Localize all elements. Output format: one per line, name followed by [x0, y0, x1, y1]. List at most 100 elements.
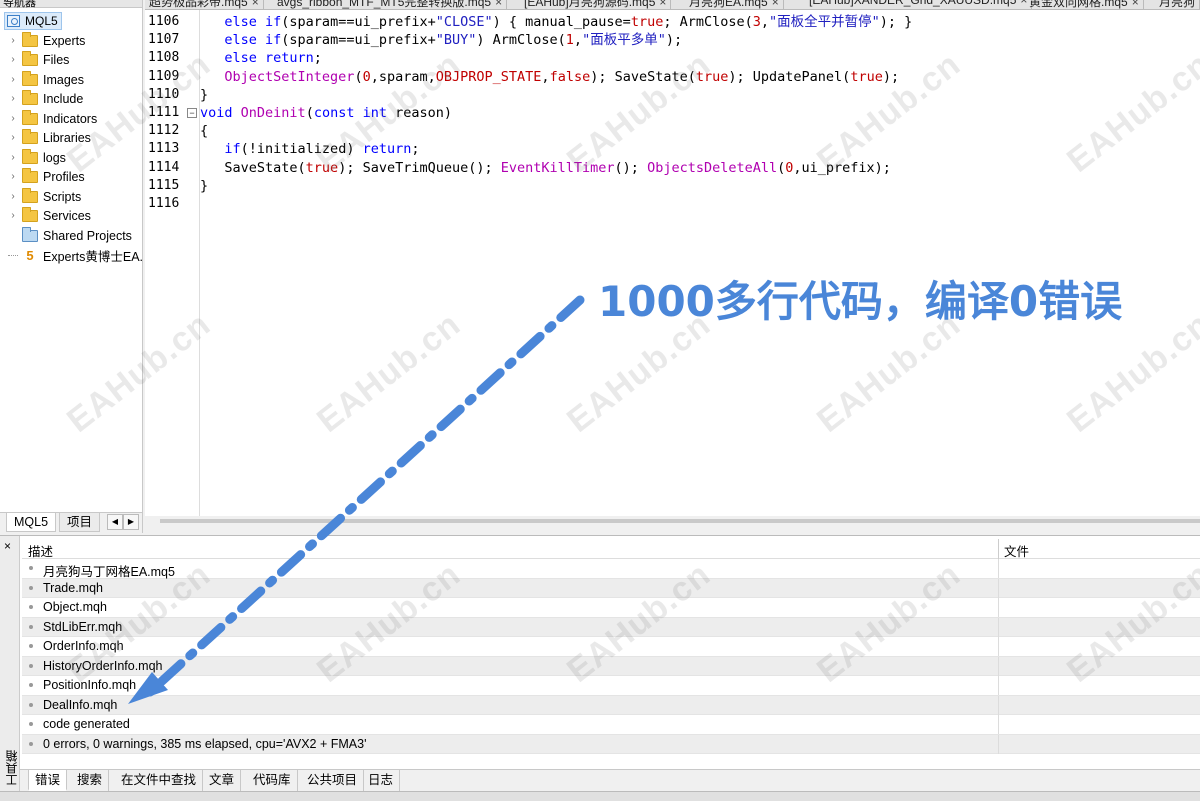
file-tab[interactable]: 超势极品彩带.mq5 ×: [145, 0, 264, 9]
close-tab-icon[interactable]: ×: [252, 0, 259, 9]
column-divider: [998, 656, 999, 676]
code-line[interactable]: else return;: [200, 49, 322, 67]
tree-item[interactable]: 5 Experts黄博士EA.r: [8, 246, 142, 265]
tree-item[interactable]: › Libraries: [8, 129, 91, 148]
tab-mql5[interactable]: MQL5: [6, 513, 57, 532]
code-line[interactable]: ObjectSetInteger(0,sparam,OBJPROP_STATE,…: [200, 68, 899, 86]
line-number: 1116: [148, 196, 180, 211]
code-line[interactable]: }: [200, 177, 208, 195]
table-row[interactable]: 月亮狗马丁网格EA.mq5: [22, 559, 1200, 579]
tree-item[interactable]: › Include: [8, 90, 83, 109]
tree-item[interactable]: › Profiles: [8, 168, 85, 187]
column-header-file[interactable]: 文件: [1004, 541, 1029, 560]
chevron-right-icon[interactable]: ›: [8, 74, 18, 85]
file-tab[interactable]: 黄金双向网格.mq5 ×: [1025, 0, 1144, 9]
tree-item[interactable]: › logs: [8, 148, 66, 167]
close-icon[interactable]: ×: [4, 539, 11, 553]
bullet-icon: [29, 644, 33, 648]
chevron-right-icon[interactable]: ›: [8, 94, 18, 104]
tree-item[interactable]: › Scripts: [8, 187, 81, 206]
table-row[interactable]: OrderInfo.mqh: [22, 637, 1200, 657]
tree-item[interactable]: › Indicators: [8, 109, 97, 128]
table-row[interactable]: code generated: [22, 715, 1200, 735]
annotation-text: 1000多行代码，编译0错误: [598, 277, 1123, 326]
file-tab[interactable]: 月亮狗EA.mq5 ×: [685, 0, 784, 9]
table-row[interactable]: Trade.mqh: [22, 578, 1200, 598]
close-tab-icon[interactable]: ×: [1132, 0, 1139, 9]
code-token: ); SaveTrimQueue();: [338, 159, 501, 176]
column-divider: [998, 715, 999, 734]
code-token: else return: [224, 50, 314, 67]
bullet-icon: [29, 663, 33, 668]
close-tab-icon[interactable]: ×: [495, 0, 502, 9]
file-tab[interactable]: 月亮狗: [1155, 0, 1200, 9]
file-tab[interactable]: avgs_ribbon_MTF_MT5完整转换版.mq5 ×: [273, 0, 508, 9]
code-line[interactable]: void OnDeinit(const int reason): [200, 104, 452, 122]
chevron-right-icon[interactable]: ›: [8, 152, 18, 163]
code-line[interactable]: else if(sparam==ui_prefix+"BUY") ArmClos…: [200, 31, 682, 49]
column-divider: [998, 578, 999, 598]
close-tab-icon[interactable]: ×: [659, 0, 666, 9]
table-row[interactable]: Object.mqh: [22, 598, 1200, 618]
chevron-right-icon[interactable]: ›: [8, 35, 18, 46]
file-tab[interactable]: [EAHub]月亮狗源码.mq5 ×: [520, 0, 672, 9]
panel-splitter[interactable]: [160, 519, 1200, 523]
code-line[interactable]: else if(sparam==ui_prefix+"CLOSE") { man…: [200, 13, 912, 31]
scroll-left-icon[interactable]: ◀: [107, 514, 123, 530]
tree-root-mql5[interactable]: MQL5: [4, 12, 62, 30]
table-row[interactable]: 0 errors, 0 warnings, 385 ms elapsed, cp…: [22, 734, 1200, 754]
close-tab-icon[interactable]: ×: [772, 0, 779, 9]
scroll-right-icon[interactable]: ▶: [123, 514, 139, 530]
status-strip: [0, 791, 1200, 801]
chevron-right-icon[interactable]: ›: [8, 113, 18, 124]
table-row[interactable]: HistoryOrderInfo.mqh: [22, 656, 1200, 676]
navigator-title-bar: 导航器 ×: [0, 0, 142, 9]
code-line[interactable]: }: [200, 86, 208, 104]
toolbox-tab[interactable]: 代码库: [247, 770, 298, 791]
toolbox-tab[interactable]: 日志: [362, 770, 401, 791]
line-number: 1107: [148, 32, 180, 48]
toolbox-tab[interactable]: 搜索: [71, 770, 110, 791]
line-number: 1114: [148, 159, 180, 175]
chevron-right-icon[interactable]: ›: [8, 191, 18, 202]
code-line[interactable]: SaveState(true); SaveTrimQueue(); EventK…: [200, 159, 891, 177]
tab-project[interactable]: 项目: [59, 513, 101, 532]
code-token: ;: [411, 141, 420, 158]
chevron-right-icon[interactable]: ›: [8, 55, 18, 65]
toolbox-tab[interactable]: 文章: [203, 770, 242, 791]
tree-item[interactable]: › Experts: [8, 31, 85, 50]
code-editor[interactable]: 1106 1107 1108 1109 1110 1111−1112 1113 1114 111…: [145, 10, 1200, 516]
chevron-right-icon[interactable]: ›: [8, 133, 18, 143]
tree-item-label: Experts: [43, 33, 86, 48]
toolbox-label: 工具箱: [5, 750, 19, 786]
tree-item[interactable]: › Images: [8, 70, 84, 89]
close-icon[interactable]: ×: [3, 0, 137, 6]
code-token: ) ArmClose(: [476, 32, 566, 49]
table-row[interactable]: PositionInfo.mqh: [22, 676, 1200, 696]
code-line[interactable]: {: [200, 122, 208, 140]
toolbox-tab[interactable]: 在文件中查找: [115, 770, 204, 791]
code-token: void: [200, 105, 233, 121]
file-tab[interactable]: [EAHub]XANDER_Grid_XAUUSD.mq5 ×: [805, 0, 1033, 9]
row-description: HistoryOrderInfo.mqh: [43, 658, 163, 673]
row-description: 月亮狗马丁网格EA.mq5: [43, 565, 175, 579]
toolbox-tab[interactable]: 公共项目: [301, 770, 365, 791]
column-header-description[interactable]: 描述: [28, 541, 53, 560]
tree-item-label: Shared Projects: [43, 228, 132, 243]
chevron-right-icon[interactable]: ›: [8, 211, 18, 221]
table-row[interactable]: StdLibErr.mqh: [22, 617, 1200, 637]
tree-item[interactable]: Shared Projects: [8, 226, 132, 245]
table-row[interactable]: DealInfo.mqh: [22, 695, 1200, 715]
navigator-tab-scroll: ◀ ▶: [107, 514, 139, 530]
chevron-right-icon[interactable]: ›: [8, 172, 18, 182]
tree-item[interactable]: › Services: [8, 207, 91, 226]
tree-item[interactable]: › Files: [8, 51, 69, 70]
navigator-panel: 导航器 × MQL5 › Experts › Files › Images › Include…: [0, 0, 143, 533]
bullet-icon: [29, 585, 33, 590]
folder-icon: [22, 129, 38, 144]
code-line[interactable]: if(!initialized) return;: [200, 140, 420, 158]
fold-toggle-icon[interactable]: −: [187, 108, 197, 118]
column-divider: [998, 695, 999, 715]
toolbox-tab[interactable]: 错误: [28, 770, 68, 791]
